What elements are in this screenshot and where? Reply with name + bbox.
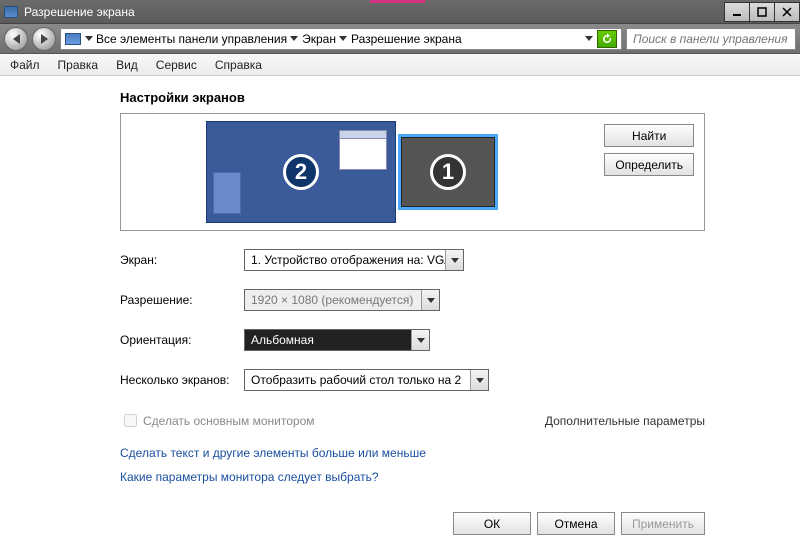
address-dropdown-icon[interactable] <box>585 36 593 41</box>
find-button[interactable]: Найти <box>604 124 694 147</box>
mini-window-icon <box>339 130 387 170</box>
orientation-value: Альбомная <box>251 333 314 347</box>
chevron-down-icon <box>421 290 439 310</box>
chevron-down-icon <box>411 330 429 350</box>
label-screen: Экран: <box>120 253 244 267</box>
menu-bar: Файл Правка Вид Сервис Справка <box>0 54 800 76</box>
menu-edit[interactable]: Правка <box>58 58 99 72</box>
close-button[interactable] <box>774 2 800 22</box>
menu-help[interactable]: Справка <box>215 58 262 72</box>
chevron-down-icon <box>445 250 463 270</box>
menu-view[interactable]: Вид <box>116 58 138 72</box>
page-heading: Настройки экранов <box>120 90 800 105</box>
window-title: Разрешение экрана <box>24 5 135 19</box>
make-primary-label: Сделать основным монитором <box>143 414 315 428</box>
screen-select[interactable]: 1. Устройство отображения на: VGA <box>244 249 464 271</box>
breadcrumb-segment[interactable]: Экран <box>302 32 347 46</box>
dialog-buttons: ОК Отмена Применить <box>120 512 705 535</box>
menu-file[interactable]: Файл <box>10 58 40 72</box>
breadcrumb-segment[interactable]: Все элементы панели управления <box>85 32 298 46</box>
menu-tools[interactable]: Сервис <box>156 58 197 72</box>
which-settings-link[interactable]: Какие параметры монитора следует выбрать… <box>120 470 800 484</box>
monitor-number: 2 <box>295 159 307 185</box>
maximize-button[interactable] <box>749 2 775 22</box>
resolution-select[interactable]: 1920 × 1080 (рекомендуется) <box>244 289 440 311</box>
window-controls <box>725 2 800 22</box>
screen-value: 1. Устройство отображения на: VGA <box>251 253 452 267</box>
forward-button[interactable] <box>32 27 56 51</box>
monitor-1-selected: 1 <box>398 134 498 210</box>
orientation-select[interactable]: Альбомная <box>244 329 430 351</box>
chevron-down-icon <box>470 370 488 390</box>
monitor-number-badge: 2 <box>283 154 319 190</box>
breadcrumb-label: Все элементы панели управления <box>96 32 287 46</box>
display-preview: 2 1 Найти Определить <box>120 113 705 231</box>
ok-button[interactable]: ОК <box>453 512 531 535</box>
advanced-link[interactable]: Дополнительные параметры <box>545 414 705 428</box>
monitor-1[interactable]: 1 <box>401 137 495 207</box>
title-bar: Разрешение экрана <box>0 0 800 24</box>
monitor-number: 1 <box>442 159 454 185</box>
app-icon <box>4 6 18 18</box>
breadcrumb-label: Разрешение экрана <box>351 32 462 46</box>
nav-bar: Все элементы панели управления Экран Раз… <box>0 24 800 54</box>
label-resolution: Разрешение: <box>120 293 244 307</box>
display-icon <box>65 33 81 45</box>
minimize-button[interactable] <box>724 2 750 22</box>
label-orientation: Ориентация: <box>120 333 244 347</box>
make-primary-checkbox <box>124 414 137 427</box>
accent-strip <box>370 0 425 3</box>
apply-button[interactable]: Применить <box>621 512 705 535</box>
refresh-button[interactable] <box>597 30 617 48</box>
back-button[interactable] <box>4 27 28 51</box>
breadcrumb-label: Экран <box>302 32 336 46</box>
search-box[interactable] <box>626 28 796 50</box>
monitor-2[interactable]: 2 <box>206 121 396 223</box>
breadcrumb-segment[interactable]: Разрешение экрана <box>351 32 462 46</box>
multi-select[interactable]: Отобразить рабочий стол только на 2 <box>244 369 489 391</box>
textsize-link[interactable]: Сделать текст и другие элементы больше и… <box>120 446 800 460</box>
label-multi: Несколько экранов: <box>120 373 244 387</box>
identify-button[interactable]: Определить <box>604 153 694 176</box>
main-content: Настройки экранов 2 1 Найти Определить Э… <box>0 76 800 535</box>
mini-dock-icon <box>213 172 241 214</box>
multi-value: Отобразить рабочий стол только на 2 <box>251 373 461 387</box>
resolution-value: 1920 × 1080 (рекомендуется) <box>251 293 413 307</box>
search-input[interactable] <box>631 31 791 47</box>
monitor-number-badge: 1 <box>430 154 466 190</box>
cancel-button[interactable]: Отмена <box>537 512 615 535</box>
address-bar[interactable]: Все элементы панели управления Экран Раз… <box>60 28 622 50</box>
